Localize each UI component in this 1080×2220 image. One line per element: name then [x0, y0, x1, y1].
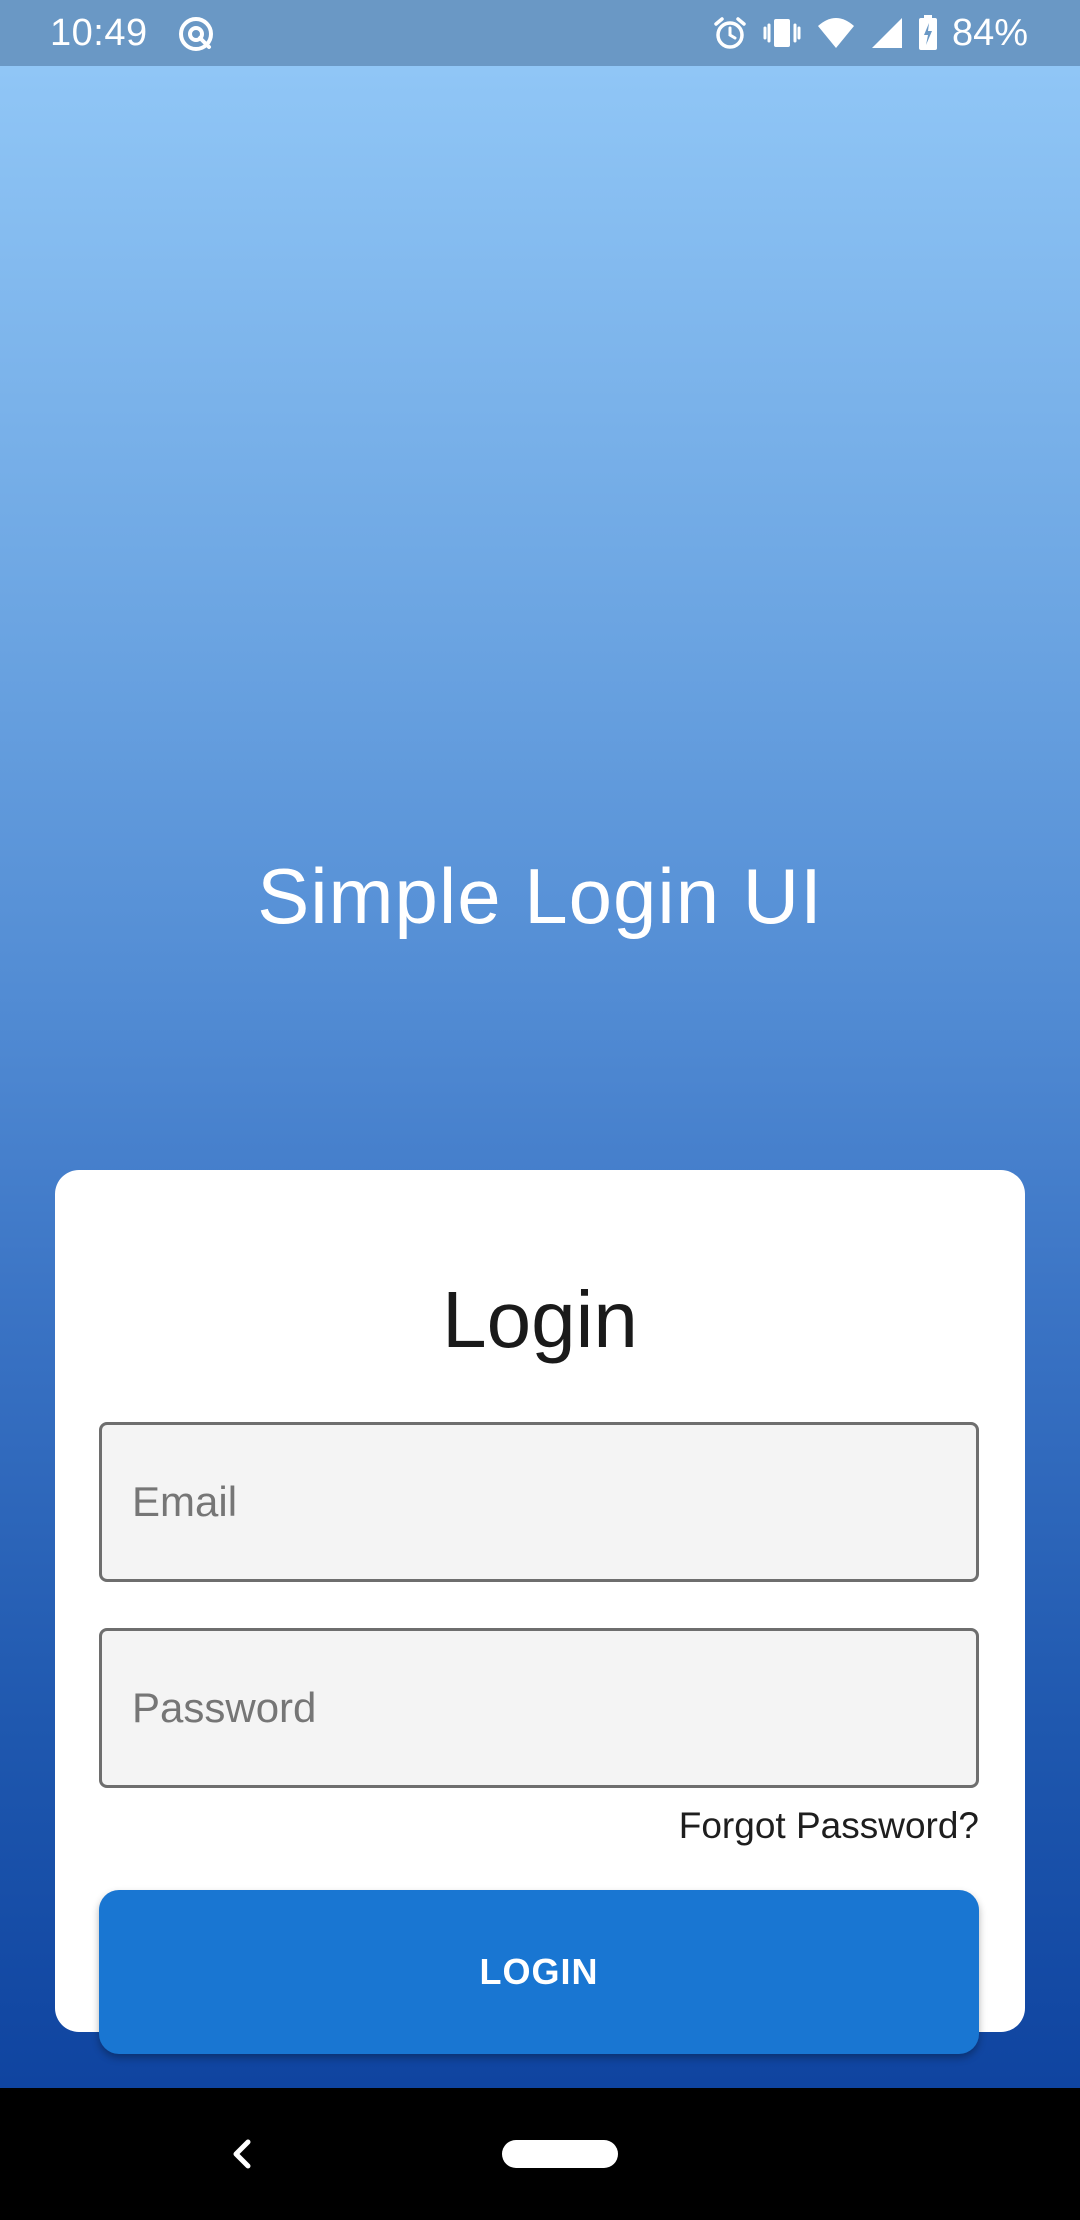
email-field[interactable]	[99, 1422, 979, 1582]
vibrate-icon	[763, 19, 801, 47]
back-icon[interactable]	[222, 2130, 262, 2178]
battery-charging-icon	[918, 15, 937, 50]
navigation-bar	[0, 2088, 1080, 2220]
phone-screen: 10:49 84% Simple Login UI Login Email Fo…	[0, 0, 1080, 2220]
email-input[interactable]	[102, 1425, 976, 1579]
at-sign-icon	[179, 17, 213, 51]
login-card: Login Forgot Password? LOGIN	[55, 1170, 1025, 2054]
alarm-icon	[714, 17, 746, 49]
status-bar: 10:49 84%	[0, 0, 1080, 66]
status-time: 10:49	[50, 12, 148, 54]
status-icons: 84%	[712, 10, 1028, 56]
wifi-icon	[817, 18, 854, 48]
password-field[interactable]	[99, 1628, 979, 1788]
home-pill-icon[interactable]	[502, 2140, 618, 2168]
app-title: Simple Login UI	[257, 852, 823, 940]
forgot-password-link[interactable]: Forgot Password?	[679, 1803, 979, 1849]
password-input[interactable]	[102, 1631, 976, 1785]
battery-percentage: 84%	[951, 12, 1028, 54]
login-button[interactable]: LOGIN	[99, 1890, 979, 2054]
card-title: Login	[442, 1275, 638, 1364]
signal-icon	[871, 18, 902, 48]
login-screen: Simple Login UI Login Forgot Password? L…	[0, 66, 1080, 2088]
